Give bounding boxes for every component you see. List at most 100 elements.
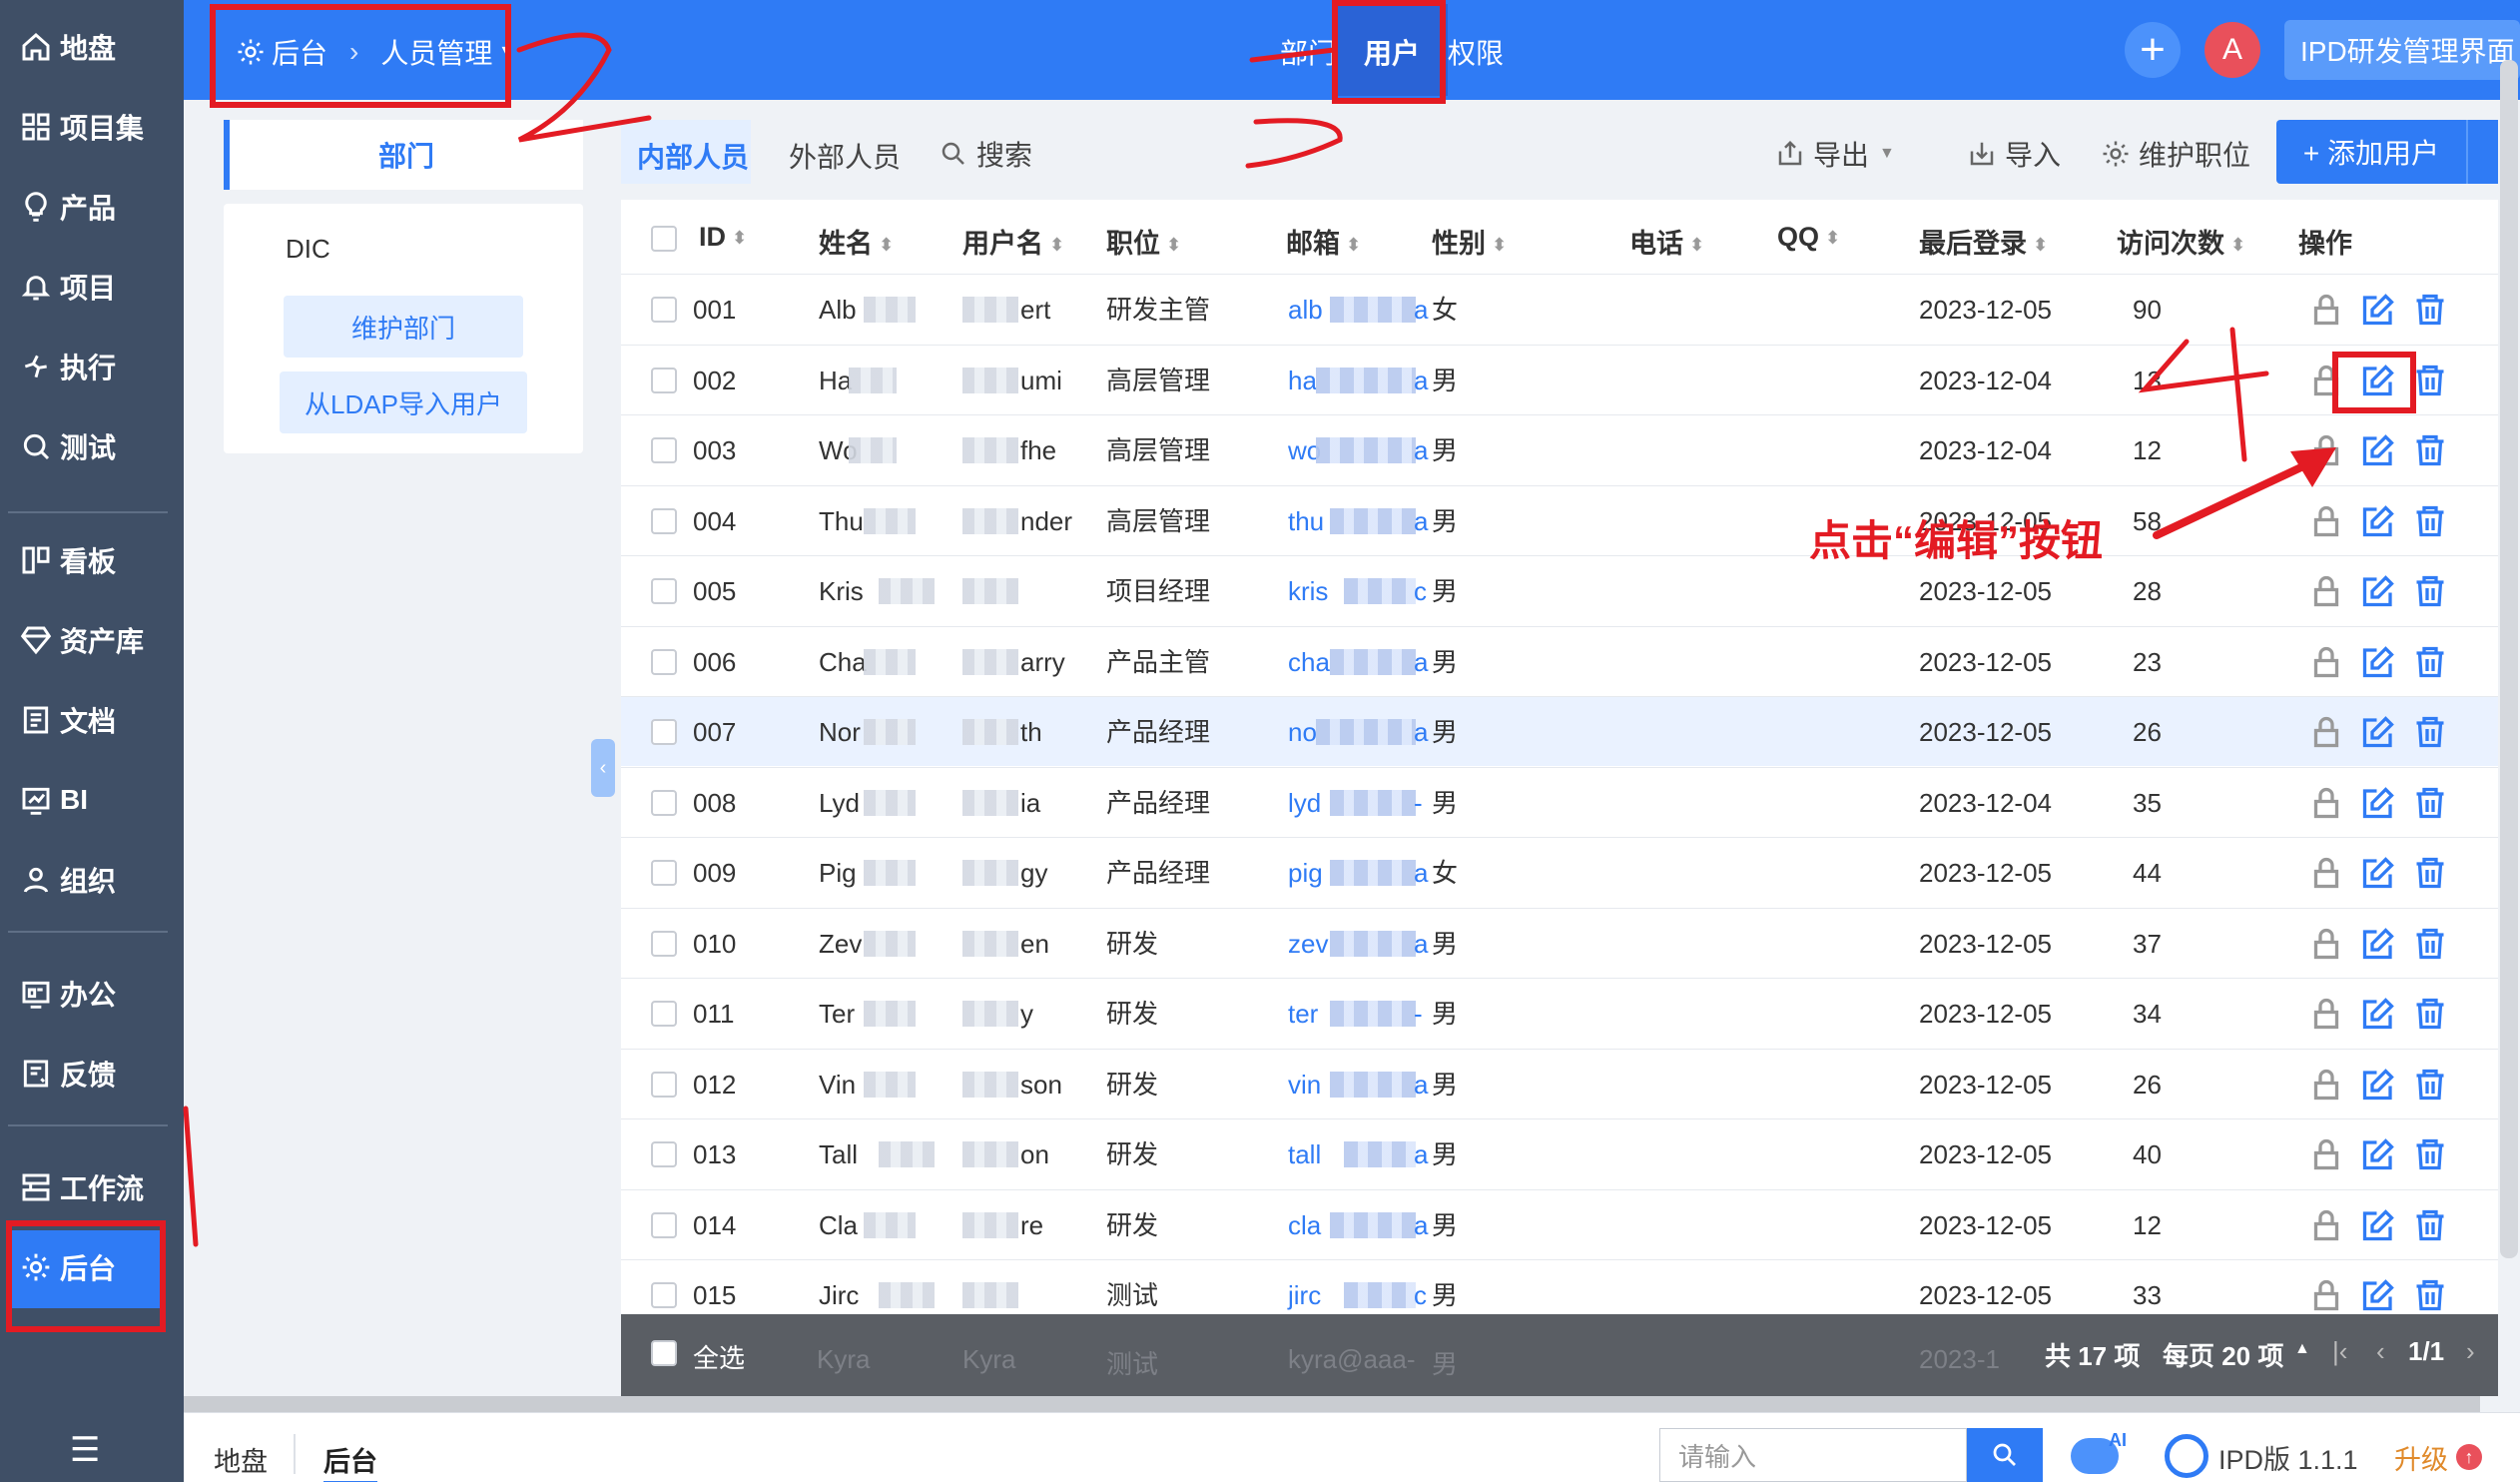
maintain-position-button[interactable]: 维护职位: [2101, 134, 2250, 174]
cell-name[interactable]: Ha: [819, 346, 852, 415]
row-checkbox[interactable]: [651, 789, 677, 816]
trash-icon[interactable]: [2412, 292, 2448, 328]
edit-icon[interactable]: [2360, 1067, 2396, 1103]
lock-icon[interactable]: [2308, 292, 2344, 328]
cell-email[interactable]: zev: [1288, 909, 1328, 979]
trash-icon[interactable]: [2412, 926, 2448, 962]
cell-email[interactable]: cla: [1288, 1190, 1321, 1260]
column-header[interactable]: 邮箱 ⬍: [1286, 222, 1361, 261]
nav-item-2[interactable]: 项目集: [0, 92, 184, 162]
cell-name[interactable]: Kris: [819, 556, 864, 626]
lock-icon[interactable]: [2308, 644, 2344, 680]
bottom-search-input[interactable]: 请输入: [1659, 1428, 1967, 1482]
table-row[interactable]: 004 Thu nder 高层管理 thu a 男 2023-12-05 58: [621, 484, 2498, 556]
row-checkbox[interactable]: [651, 1282, 677, 1308]
table-row[interactable]: 008 Lyd ia 产品经理 lyd - 男 2023-12-04 35: [621, 766, 2498, 838]
column-header[interactable]: 性别 ⬍: [1432, 222, 1507, 261]
version-label[interactable]: IPD版 1.1.1: [2218, 1438, 2358, 1477]
cell-email[interactable]: cha: [1288, 627, 1330, 697]
edit-icon[interactable]: [2360, 926, 2396, 962]
trash-icon[interactable]: [2412, 996, 2448, 1032]
nav-item-1[interactable]: 地盘: [0, 12, 184, 82]
export-button[interactable]: 导出 ▼: [1775, 134, 1895, 174]
row-checkbox[interactable]: [651, 1141, 677, 1167]
trash-icon[interactable]: [2412, 1067, 2448, 1103]
lock-icon[interactable]: [2308, 1277, 2344, 1313]
cell-email[interactable]: kris: [1288, 556, 1328, 626]
cell-name[interactable]: Nor: [819, 697, 861, 767]
cell-email[interactable]: vin: [1288, 1050, 1321, 1119]
table-row[interactable]: 009 Pig gy 产品经理 pig a 女 2023-12-05 44: [621, 837, 2498, 907]
dept-name[interactable]: DIC: [286, 234, 330, 265]
dept-panel-tab[interactable]: 部门: [224, 120, 583, 190]
nav-item-9[interactable]: 文档: [0, 685, 184, 755]
cell-name[interactable]: Cha: [819, 627, 867, 697]
add-user-button[interactable]: + 添加用户: [2276, 120, 2466, 184]
next-page-icon[interactable]: ›: [2466, 1336, 2475, 1367]
cell-name[interactable]: Cla: [819, 1190, 858, 1260]
lock-icon[interactable]: [2308, 714, 2344, 750]
header-checkbox[interactable]: [651, 226, 677, 252]
cell-email[interactable]: lyd: [1288, 768, 1321, 838]
lock-icon[interactable]: [2308, 855, 2344, 891]
trash-icon[interactable]: [2412, 785, 2448, 821]
vertical-scrollbar[interactable]: [2500, 60, 2518, 1258]
cell-email[interactable]: ter: [1288, 979, 1318, 1049]
column-header[interactable]: 电话 ⬍: [1629, 222, 1704, 261]
row-checkbox[interactable]: [651, 1211, 677, 1238]
edit-icon[interactable]: [2360, 996, 2396, 1032]
select-all-label[interactable]: 全选: [693, 1338, 745, 1375]
tab-external-staff[interactable]: 外部人员: [789, 136, 901, 176]
upgrade-link[interactable]: 升级: [2394, 1438, 2448, 1477]
table-row[interactable]: 011 Ter y 研发 ter - 男 2023-12-05 34: [621, 978, 2498, 1048]
import-button[interactable]: 导入: [1967, 134, 2061, 174]
cell-email[interactable]: tall: [1288, 1119, 1321, 1189]
trash-icon[interactable]: [2412, 432, 2448, 468]
cell-email[interactable]: alb: [1288, 275, 1323, 345]
trash-icon[interactable]: [2412, 855, 2448, 891]
nav-item-12[interactable]: 办公: [0, 959, 184, 1029]
lock-icon[interactable]: [2308, 1136, 2344, 1172]
row-checkbox[interactable]: [651, 930, 677, 957]
row-checkbox[interactable]: [651, 1071, 677, 1098]
row-checkbox[interactable]: [651, 437, 677, 463]
tab-internal-staff[interactable]: 内部人员: [637, 136, 749, 176]
ldap-import-button[interactable]: 从LDAP导入用户: [280, 371, 527, 433]
row-checkbox[interactable]: [651, 1001, 677, 1027]
lock-icon[interactable]: [2308, 503, 2344, 539]
edit-icon[interactable]: [2360, 292, 2396, 328]
add-user-dropdown[interactable]: [2466, 120, 2498, 184]
bottom-tab-admin[interactable]: 后台: [323, 1440, 377, 1482]
cell-email[interactable]: thu: [1288, 486, 1324, 556]
workspace-switcher[interactable]: IPD研发管理界面: [2284, 20, 2520, 80]
bottom-tab-home[interactable]: 地盘: [214, 1440, 268, 1479]
column-header[interactable]: 用户名 ⬍: [962, 222, 1064, 261]
select-all-checkbox[interactable]: [651, 1340, 677, 1366]
table-row[interactable]: 013 Tall on 研发 tall a 男 2023-12-05 40: [621, 1118, 2498, 1188]
table-row[interactable]: 007 Nor th 产品经理 no a 男 2023-12-05 26: [621, 696, 2498, 766]
column-header[interactable]: ID ⬍: [699, 222, 747, 253]
trash-icon[interactable]: [2412, 644, 2448, 680]
menu-collapse-icon[interactable]: ☰: [70, 1430, 100, 1470]
edit-icon[interactable]: [2360, 644, 2396, 680]
table-row[interactable]: 001 Alb ert 研发主管 alb a 女 2023-12-05 90: [621, 274, 2498, 344]
nav-item-4[interactable]: 项目: [0, 252, 184, 322]
edit-icon[interactable]: [2360, 503, 2396, 539]
nav-item-14[interactable]: 工作流: [0, 1152, 184, 1222]
cell-name[interactable]: Tall: [819, 1119, 858, 1189]
lock-icon[interactable]: [2308, 573, 2344, 609]
tab-department[interactable]: 部门: [1280, 32, 1336, 72]
create-plus-button[interactable]: +: [2125, 22, 2181, 78]
lock-icon[interactable]: [2308, 1067, 2344, 1103]
nav-item-6[interactable]: 测试: [0, 411, 184, 481]
lock-icon[interactable]: [2308, 785, 2344, 821]
lock-icon[interactable]: [2308, 926, 2344, 962]
panel-collapse-handle[interactable]: ‹: [591, 739, 615, 797]
nav-item-11[interactable]: 组织: [0, 845, 184, 915]
table-row[interactable]: 002 Ha umi 高层管理 ha a 男 2023-12-04 13: [621, 344, 2498, 415]
lock-icon[interactable]: [2308, 432, 2344, 468]
row-checkbox[interactable]: [651, 297, 677, 323]
prev-page-icon[interactable]: ‹: [2376, 1336, 2385, 1367]
nav-item-10[interactable]: BI: [0, 765, 184, 835]
avatar[interactable]: A: [2205, 22, 2260, 78]
